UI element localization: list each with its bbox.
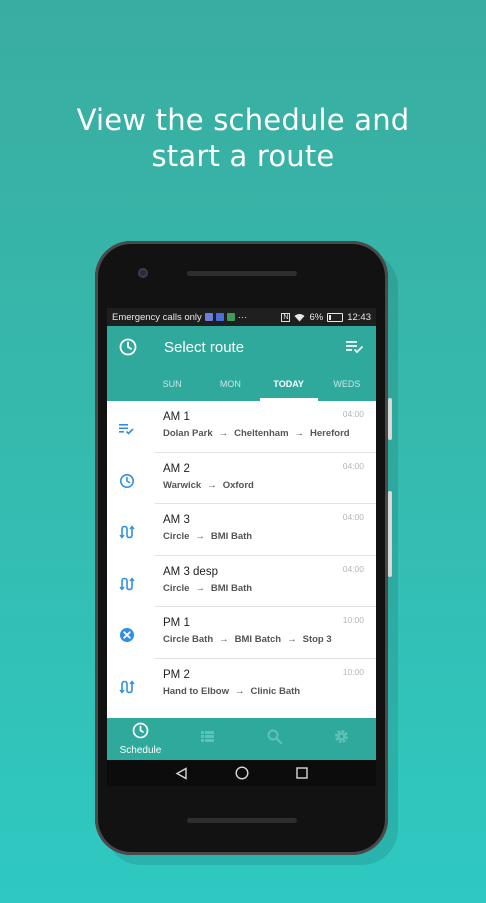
front-camera <box>138 268 148 278</box>
arrow-icon: → <box>207 479 217 491</box>
search-icon <box>267 729 283 745</box>
recents-icon[interactable] <box>296 767 308 779</box>
route-stops: Circle → BMI Bath <box>163 583 252 594</box>
route-time: 10:00 <box>342 666 364 677</box>
stop: Circle <box>163 582 190 594</box>
headline-line-2: start a route <box>151 139 335 173</box>
route-name: AM 1 <box>163 411 190 423</box>
tab-sun[interactable]: SUN <box>143 369 201 401</box>
stop: Hereford <box>310 428 350 439</box>
route-row[interactable]: AM 3 desp Circle → BMI Bath 04:00 <box>107 556 376 607</box>
phone-frame: Emergency calls only ··· N 6% 12:43 Sele… <box>95 241 392 855</box>
arrow-icon: → <box>195 582 205 594</box>
stop: Hand to Elbow <box>163 685 229 697</box>
route-stops: Circle Bath → BMI Batch → Stop 3 <box>163 634 332 645</box>
checklist-icon[interactable] <box>346 340 364 354</box>
arrow-icon: → <box>218 428 229 439</box>
tab-weds[interactable]: WEDS <box>318 369 376 401</box>
route-time: 04:00 <box>342 512 364 522</box>
status-time: 12:43 <box>347 311 371 323</box>
arrow-icon: → <box>219 634 229 645</box>
clock-icon <box>120 473 134 488</box>
battery-icon <box>327 312 344 322</box>
route-stops: Warwick → Oxford <box>163 480 254 491</box>
route-name: PM 1 <box>163 617 190 629</box>
headline-line-1: View the schedule and <box>76 103 410 137</box>
route-time: 04:00 <box>342 460 364 471</box>
stop: Circle <box>163 531 190 542</box>
notification-icon <box>226 313 235 321</box>
cancel-icon <box>120 628 134 642</box>
route-row[interactable]: AM 3 Circle → BMI Bath 04:00 <box>107 504 376 556</box>
bottom-speaker <box>187 818 297 823</box>
stop: Circle Bath <box>163 634 214 645</box>
arrow-icon: → <box>287 634 297 645</box>
route-row[interactable]: AM 1 Dolan Park → Cheltenham → Hereford 04:0… <box>107 401 376 453</box>
arrow-icon: → <box>234 685 245 697</box>
route-name: AM 3 <box>163 514 190 526</box>
nav-search[interactable] <box>241 718 308 760</box>
checklist-icon <box>119 424 134 435</box>
day-tabs: SUN MON TODAY WEDS <box>107 369 376 401</box>
route-icon <box>119 576 135 591</box>
route-list: AM 1 Dolan Park → Cheltenham → Hereford 04:0… <box>107 401 376 728</box>
page-title: Select route <box>164 339 245 356</box>
nav-list[interactable] <box>174 718 241 760</box>
status-bar: Emergency calls only ··· N 6% 12:43 <box>107 308 376 326</box>
stop: Clinic Bath <box>250 685 301 697</box>
phone-screen: Emergency calls only ··· N 6% 12:43 Sele… <box>107 308 376 786</box>
route-stops: Hand to Elbow → Clinic Bath <box>163 686 300 697</box>
arrow-icon: → <box>294 428 305 439</box>
wifi-icon <box>294 313 305 321</box>
home-icon[interactable] <box>235 766 249 780</box>
route-stops: Circle → BMI Bath <box>163 531 252 542</box>
nav-schedule[interactable]: Schedule <box>107 718 174 760</box>
route-name: PM 2 <box>163 668 190 681</box>
route-time: 10:00 <box>342 615 364 625</box>
route-row[interactable]: PM 1 Circle Bath → BMI Batch → Stop 3 10:00 <box>107 607 376 659</box>
more-notifications-icon: ··· <box>237 311 248 323</box>
route-icon <box>119 525 135 539</box>
route-time: 04:00 <box>342 409 364 419</box>
tab-today[interactable]: TODAY <box>259 369 319 401</box>
stop: Cheltenham <box>234 428 289 439</box>
stop: BMI Bath <box>210 582 253 594</box>
list-icon <box>201 731 214 742</box>
bottom-navigation: Schedule <box>107 718 376 760</box>
stop: Warwick <box>163 479 202 491</box>
stop: Stop 3 <box>302 634 332 645</box>
carrier-text: Emergency calls only <box>112 311 202 323</box>
stop: BMI Batch <box>234 634 282 645</box>
route-name: AM 2 <box>163 462 190 475</box>
nav-settings[interactable] <box>308 718 375 760</box>
arrow-icon: → <box>195 531 205 542</box>
battery-percent: 6% <box>309 311 324 323</box>
stop: Dolan Park <box>163 428 213 439</box>
earpiece-speaker <box>187 271 297 276</box>
promo-headline: View the schedule and start a route <box>0 102 486 174</box>
stop: Oxford <box>222 479 254 491</box>
route-row[interactable]: PM 2 Hand to Elbow → Clinic Bath 10:00 <box>107 659 376 711</box>
route-icon <box>119 679 135 694</box>
nfc-icon: N <box>281 312 291 322</box>
route-row[interactable]: AM 2 Warwick → Oxford 04:00 <box>107 453 376 504</box>
route-name: AM 3 desp <box>163 565 218 578</box>
clock-icon[interactable] <box>119 338 137 356</box>
notification-icon <box>215 313 224 321</box>
route-time: 04:00 <box>342 563 364 574</box>
gear-icon <box>335 730 348 743</box>
power-button <box>388 491 392 577</box>
clock-icon <box>132 722 149 739</box>
back-icon[interactable] <box>175 766 188 780</box>
volume-button <box>388 398 392 440</box>
notification-icon <box>204 313 213 321</box>
app-bar: Select route SUN MON TODAY WEDS <box>107 326 376 401</box>
nav-schedule-label: Schedule <box>119 745 162 756</box>
stop: BMI Bath <box>210 531 253 542</box>
tab-mon[interactable]: MON <box>201 369 259 401</box>
system-navigation-bar <box>107 760 376 786</box>
route-stops: Dolan Park → Cheltenham → Hereford <box>163 428 350 439</box>
